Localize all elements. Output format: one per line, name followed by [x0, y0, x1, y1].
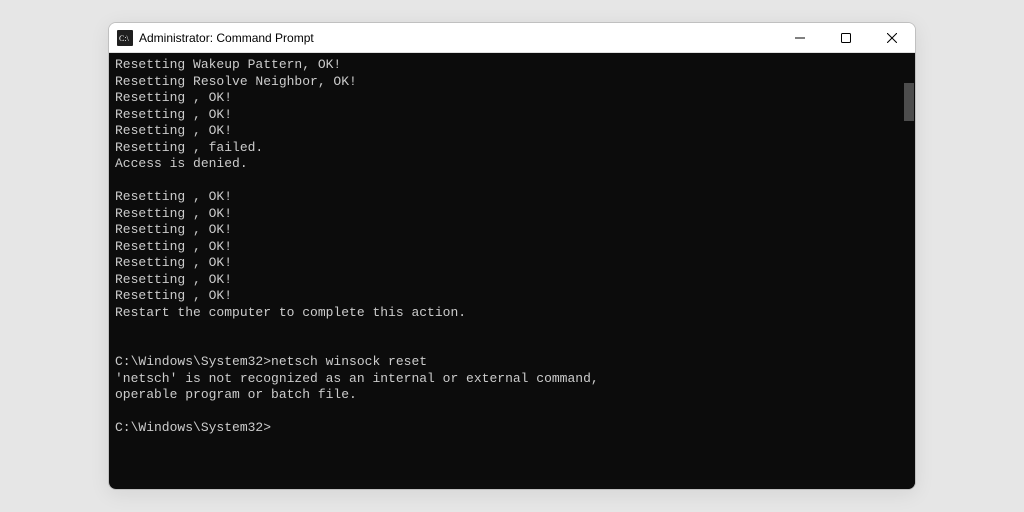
- minimize-button[interactable]: [777, 23, 823, 52]
- window-controls: [777, 23, 915, 52]
- close-icon: [887, 33, 897, 43]
- scrollbar-thumb[interactable]: [904, 83, 914, 121]
- maximize-button[interactable]: [823, 23, 869, 52]
- scrollbar-track[interactable]: [901, 53, 915, 489]
- titlebar[interactable]: C:\ Administrator: Command Prompt: [109, 23, 915, 53]
- svg-text:C:\: C:\: [119, 34, 130, 43]
- command-prompt-window: C:\ Administrator: Command Prompt Resett…: [108, 22, 916, 490]
- close-button[interactable]: [869, 23, 915, 52]
- minimize-icon: [795, 33, 805, 43]
- cmd-icon: C:\: [117, 30, 133, 46]
- terminal-area: Resetting Wakeup Pattern, OK! Resetting …: [109, 53, 915, 489]
- terminal-output[interactable]: Resetting Wakeup Pattern, OK! Resetting …: [109, 53, 901, 489]
- maximize-icon: [841, 33, 851, 43]
- window-title: Administrator: Command Prompt: [139, 31, 777, 45]
